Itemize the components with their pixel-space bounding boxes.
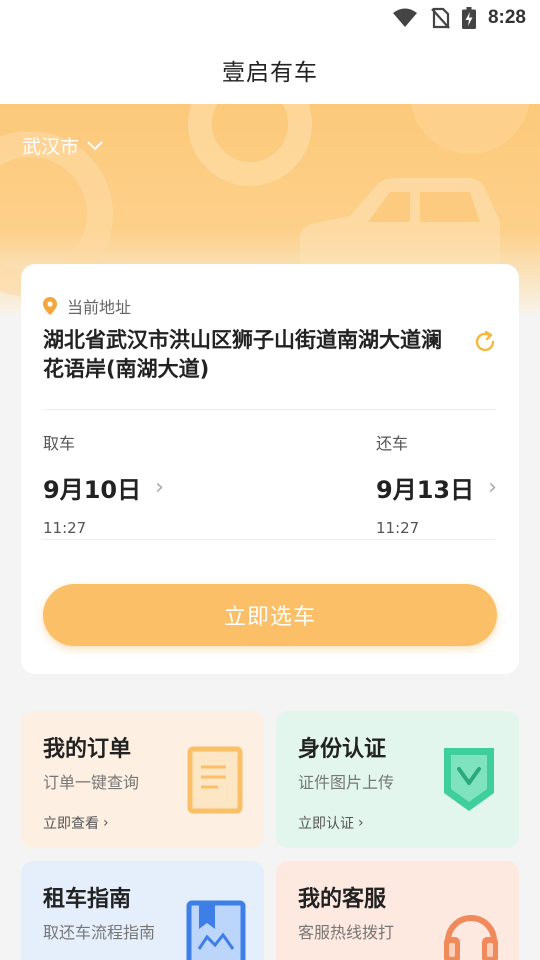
current-address: 湖北省武汉市洪山区狮子山街道南湖大道澜花语岸(南湖大道) [43, 328, 442, 381]
wifi-icon [392, 8, 417, 27]
status-time: 8:28 [487, 7, 526, 28]
tile-subtitle: 证件图片上传 [298, 773, 395, 792]
tile-subtitle: 订单一键查询 [43, 773, 140, 792]
city-name: 武汉市 [22, 136, 80, 158]
tile-title: 身份认证 [298, 737, 387, 762]
pickup-date: 9月10日 [43, 476, 142, 504]
divider [43, 539, 495, 540]
pickup-time: 11:27 [43, 519, 87, 537]
tile-title: 租车指南 [43, 887, 132, 912]
city-selector[interactable]: 武汉市 [22, 132, 103, 159]
pickup-section: 取车 9月10日 › 11:27 [43, 430, 164, 537]
dropoff-section: 还车 9月13日 › 11:27 [376, 430, 497, 537]
tile-link-label: 立即认证 [298, 816, 354, 832]
chevron-right-icon: › [488, 475, 497, 500]
tile-identity-verification[interactable]: 身份认证 证件图片上传 立即认证 › [276, 711, 519, 848]
location-label-text: 当前地址 [67, 298, 132, 317]
select-car-button[interactable]: 立即选车 [43, 584, 497, 646]
pickup-date-selector[interactable]: 9月10日 › [43, 470, 164, 505]
no-sim-icon [431, 7, 450, 29]
tile-title: 我的客服 [298, 887, 387, 912]
dropoff-time: 11:27 [376, 519, 420, 537]
chevron-right-icon: › [155, 475, 164, 500]
pickup-label: 取车 [43, 434, 76, 453]
location-pin-icon [43, 297, 57, 315]
document-icon [187, 746, 243, 814]
tile-link-label: 立即查看 [43, 816, 99, 832]
tile-title: 我的订单 [43, 737, 132, 762]
battery-charging-icon [461, 7, 476, 29]
dropoff-label: 还车 [376, 434, 409, 453]
tile-link[interactable]: 立即查看 › [43, 813, 109, 833]
tile-my-orders[interactable]: 我的订单 订单一键查询 立即查看 › [21, 711, 264, 848]
rental-card: 当前地址 湖北省武汉市洪山区狮子山街道南湖大道澜花语岸(南湖大道) 取车 9月1… [21, 264, 519, 674]
shield-check-icon [444, 748, 494, 811]
headset-icon [444, 915, 498, 960]
tile-subtitle: 取还车流程指南 [43, 923, 156, 942]
tile-link[interactable]: 立即认证 › [298, 813, 364, 833]
dropoff-date: 9月13日 [376, 476, 475, 504]
tile-rental-guide[interactable]: 租车指南 取还车流程指南 [21, 861, 264, 960]
chevron-right-icon: › [358, 815, 364, 831]
title-bar: 壹启有车 [0, 36, 540, 104]
status-bar: 8:28 [0, 0, 540, 36]
guide-book-icon [186, 900, 246, 960]
chevron-right-icon: › [103, 815, 109, 831]
refresh-icon[interactable] [471, 328, 499, 356]
tile-subtitle: 客服热线拨打 [298, 923, 395, 942]
tile-customer-service[interactable]: 我的客服 客服热线拨打 [276, 861, 519, 960]
current-location-label: 当前地址 [43, 294, 131, 318]
dropoff-date-selector[interactable]: 9月13日 › [376, 470, 497, 505]
chevron-down-icon [87, 140, 103, 150]
divider [43, 409, 495, 410]
page-title: 壹启有车 [222, 60, 318, 86]
